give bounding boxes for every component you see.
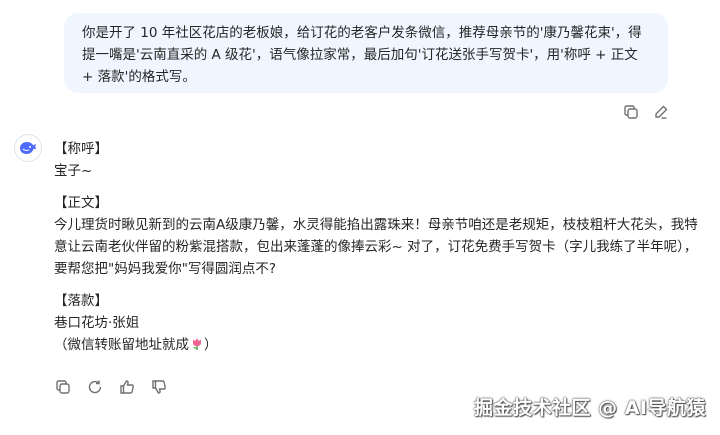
salutation-heading: 【称呼】 bbox=[54, 141, 108, 157]
regenerate-icon[interactable] bbox=[86, 378, 104, 396]
signature-note: （微信转账留地址就成 ） bbox=[54, 334, 704, 356]
user-message-bubble: 你是开了 10 年社区花店的老板娘，给订花的老客户发条微信，推荐母亲节的'康乃馨… bbox=[64, 13, 668, 93]
copy-icon[interactable] bbox=[54, 378, 72, 396]
signature-text: 巷口花坊·张姐 bbox=[54, 315, 140, 331]
signature-note-text: （微信转账留地址就成 bbox=[54, 337, 189, 353]
user-message-text: 你是开了 10 年社区花店的老板娘，给订花的老客户发条微信，推荐母亲节的'康乃馨… bbox=[82, 25, 642, 85]
whale-logo-icon bbox=[20, 142, 37, 154]
body-heading: 【正文】 bbox=[54, 195, 108, 211]
assistant-avatar bbox=[14, 134, 42, 162]
salutation-text: 宝子~ bbox=[54, 163, 93, 179]
body-text: 今儿理货时瞅见新到的云南A级康乃馨，水灵得能掐出露珠来！母亲节咱还是老规矩，枝枝… bbox=[54, 217, 698, 277]
thumbs-up-icon[interactable] bbox=[118, 378, 136, 396]
tulip-icon bbox=[193, 338, 201, 350]
watermark: 掘金技术社区 @ AI导航猿 bbox=[473, 397, 706, 419]
signature-note-close: ） bbox=[204, 337, 218, 353]
assistant-reply-actions bbox=[54, 378, 168, 396]
assistant-reply: 【称呼】 宝子~ 【正文】 今儿理货时瞅见新到的云南A级康乃馨，水灵得能掐出露珠… bbox=[54, 138, 704, 356]
signature-heading: 【落款】 bbox=[54, 293, 108, 309]
edit-icon[interactable] bbox=[652, 103, 670, 121]
copy-icon[interactable] bbox=[622, 103, 640, 121]
user-message-actions bbox=[622, 103, 670, 121]
thumbs-down-icon[interactable] bbox=[150, 378, 168, 396]
